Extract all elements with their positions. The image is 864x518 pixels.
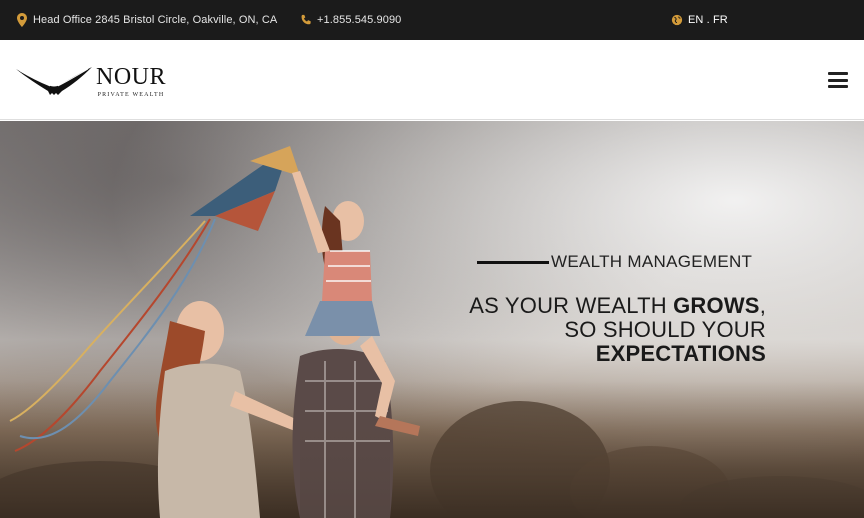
globe-icon	[671, 14, 683, 26]
headline-line-2: SO SHOULD YOUR	[564, 317, 766, 342]
headline-line-1: AS YOUR WEALTH GROWS,	[469, 294, 766, 318]
hero-banner: WEALTH MANAGEMENT AS YOUR WEALTH GROWS, …	[0, 121, 864, 518]
site-header: NOUR PRIVATE WEALTH	[0, 40, 864, 120]
phone-icon	[301, 14, 311, 25]
hamburger-bar	[828, 78, 848, 82]
phone-text[interactable]: +1.855.545.9090	[317, 14, 401, 26]
logo-subtitle: PRIVATE WEALTH	[97, 92, 165, 98]
headline-line-1-bold: GROWS	[673, 293, 760, 318]
hero-headline: AS YOUR WEALTH GROWS, SO SHOULD YOUR EXP…	[469, 294, 766, 366]
hero-eyebrow-row: WEALTH MANAGEMENT	[477, 251, 777, 273]
headline-line-1-end: ,	[759, 293, 766, 318]
top-bar: Head Office 2845 Bristol Circle, Oakvill…	[0, 0, 864, 40]
logo[interactable]: NOUR PRIVATE WEALTH	[16, 62, 166, 102]
address-text: Head Office 2845 Bristol Circle, Oakvill…	[33, 14, 278, 26]
map-pin-icon	[17, 13, 27, 27]
hamburger-bar	[828, 85, 848, 88]
logo-name: NOUR	[96, 64, 167, 90]
address-item: Head Office 2845 Bristol Circle, Oakvill…	[16, 0, 277, 40]
headline-line-3: EXPECTATIONS	[595, 341, 766, 366]
menu-hamburger-icon[interactable]	[828, 72, 848, 88]
logo-wordmark: NOUR PRIVATE WEALTH	[96, 65, 166, 99]
eyebrow-divider	[477, 260, 549, 264]
hamburger-bar	[828, 72, 848, 75]
eagle-logo-icon	[16, 67, 92, 95]
language-text[interactable]: EN . FR	[688, 14, 728, 26]
hero-eyebrow: WEALTH MANAGEMENT	[551, 252, 753, 271]
language-switcher[interactable]: EN . FR	[671, 0, 728, 40]
headline-line-1-thin: AS YOUR WEALTH	[469, 293, 674, 318]
phone-item[interactable]: +1.855.545.9090	[300, 0, 401, 40]
